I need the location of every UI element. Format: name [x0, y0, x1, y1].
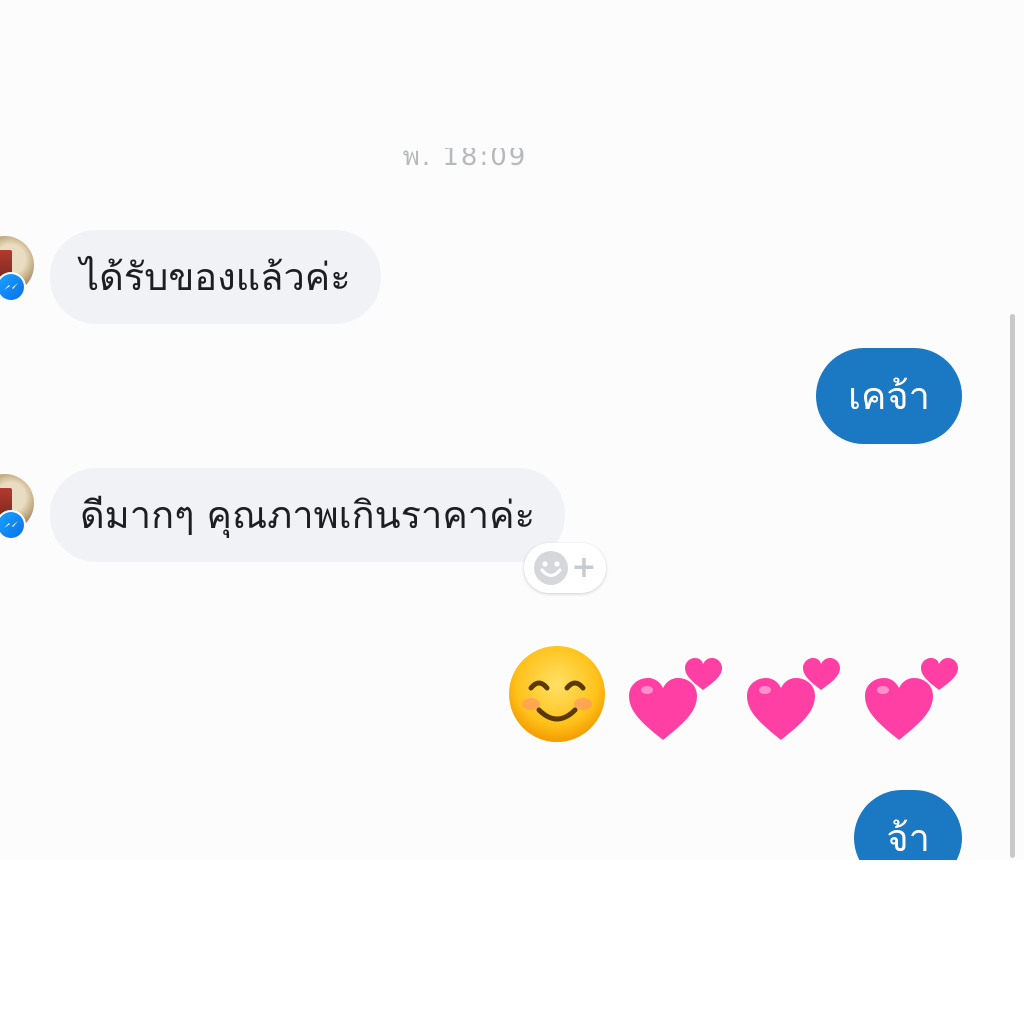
message-timestamp: พ. 18:09	[402, 148, 528, 172]
scrollbar-thumb[interactable]	[1010, 314, 1015, 858]
message-text: จ้า	[886, 816, 930, 860]
chat-area: พ. 18:09 ได้รับของแล้วค่ะ เคจ้า ดีมากๆ ค…	[0, 0, 1024, 860]
messenger-badge-icon	[0, 272, 26, 302]
incoming-message-bubble[interactable]: ดีมากๆ คุณภาพเกินราคาค่ะ	[50, 468, 565, 562]
plus-icon: +	[571, 550, 597, 585]
message-text: ดีมากๆ คุณภาพเกินราคาค่ะ	[80, 493, 535, 537]
two-hearts-emoji-icon	[629, 658, 722, 740]
contact-avatar[interactable]	[0, 474, 34, 540]
outgoing-message-bubble[interactable]: จ้า	[854, 790, 962, 860]
incoming-message-bubble[interactable]: ได้รับของแล้วค่ะ	[50, 230, 381, 324]
contact-avatar[interactable]	[0, 236, 34, 302]
message-text: เคจ้า	[847, 374, 930, 418]
smiling-face-emoji-icon	[509, 646, 605, 742]
outgoing-emoji-message[interactable]	[505, 640, 963, 744]
messenger-badge-icon	[0, 510, 26, 540]
add-reaction-button[interactable]: +	[524, 543, 606, 593]
two-hearts-emoji-icon	[747, 658, 840, 740]
smiley-icon	[534, 551, 569, 585]
outgoing-message-bubble[interactable]: เคจ้า	[815, 348, 962, 444]
message-text: ได้รับของแล้วค่ะ	[80, 255, 351, 299]
two-hearts-emoji-icon	[865, 658, 958, 740]
